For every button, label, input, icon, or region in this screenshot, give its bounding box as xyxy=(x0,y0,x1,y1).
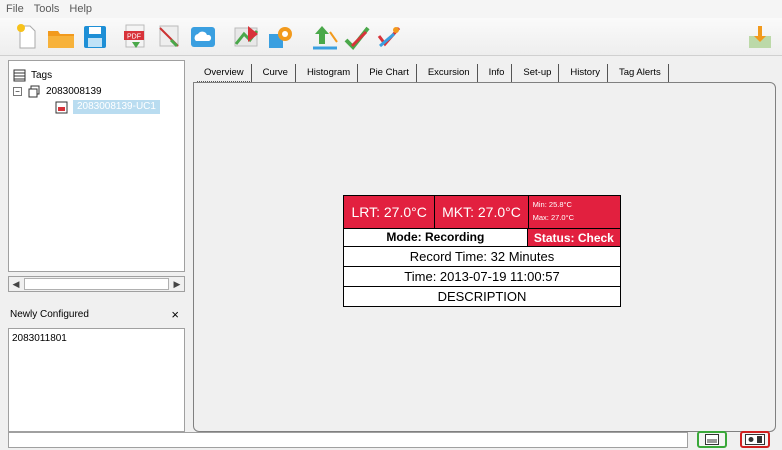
menu-file[interactable]: File xyxy=(6,3,24,15)
chart-button[interactable] xyxy=(232,22,262,52)
tab-info[interactable]: Info xyxy=(482,64,513,82)
tab-excursion[interactable]: Excursion xyxy=(421,64,478,82)
tab-bar: Overview Curve Histogram Pie Chart Excur… xyxy=(197,60,673,82)
chart-icon xyxy=(234,26,259,47)
summary-description-row: DESCRIPTION xyxy=(344,287,620,306)
tab-pie-chart[interactable]: Pie Chart xyxy=(362,64,417,82)
tag-summary-card: LRT: 27.0°C MKT: 27.0°C Min: 25.8°C Max:… xyxy=(343,195,621,307)
upload-button[interactable] xyxy=(310,22,340,52)
scroll-right-icon[interactable]: ▶ xyxy=(170,277,184,291)
new-file-button[interactable] xyxy=(12,22,42,52)
menu-help[interactable]: Help xyxy=(69,3,92,15)
newly-configured-title: Newly Configured xyxy=(10,308,89,320)
pdf-export-button[interactable]: PDF xyxy=(120,22,150,52)
min-value: Min: 25.8°C xyxy=(532,200,572,209)
check-icon xyxy=(344,26,370,51)
tree-item-label: 2083008139-UC1 xyxy=(73,100,160,114)
tree-expander[interactable]: − xyxy=(13,86,22,96)
newly-configured-header: Newly Configured × xyxy=(8,306,185,322)
menu-bar: File Tools Help xyxy=(0,0,782,18)
left-panel: Tags − 2083008139 2083008139-UC1 ◀ ▶ New… xyxy=(8,60,185,432)
main-panel: Overview Curve Histogram Pie Chart Excur… xyxy=(193,60,776,432)
device-icon xyxy=(705,434,719,445)
record-time-value: Record Time: 32 Minutes xyxy=(409,249,555,264)
newly-configured-list: 2083011801 xyxy=(8,328,185,432)
tags-list-icon xyxy=(13,69,26,81)
tree-group-label: 2083008139 xyxy=(46,85,102,97)
status-red-button[interactable] xyxy=(740,431,770,448)
device-alert-icon xyxy=(745,434,765,445)
tree-item-selected[interactable]: 2083008139-UC1 xyxy=(55,99,160,115)
tree-root-label: Tags xyxy=(31,69,53,81)
mkt-value: MKT: 27.0°C xyxy=(435,196,529,228)
max-value: Max: 27.0°C xyxy=(532,213,574,222)
tab-history[interactable]: History xyxy=(563,64,608,82)
upload-icon xyxy=(313,26,338,50)
list-item[interactable]: 2083011801 xyxy=(12,333,181,344)
toolbar: PDF xyxy=(0,18,782,56)
download-icon xyxy=(377,27,401,48)
csv-export-button[interactable] xyxy=(154,22,184,52)
device-group-icon xyxy=(28,85,40,97)
open-folder-icon xyxy=(48,31,74,48)
tab-overview[interactable]: Overview xyxy=(197,64,252,82)
scroll-left-icon[interactable]: ◀ xyxy=(9,277,23,291)
cloud-icon xyxy=(191,27,215,47)
mode-value: Mode: Recording xyxy=(344,229,528,246)
min-max-values: Min: 25.8°C Max: 27.0°C xyxy=(528,196,621,228)
tab-set-up[interactable]: Set-up xyxy=(516,64,560,82)
scroll-thumb[interactable] xyxy=(24,278,169,290)
status-badge: Status: Check xyxy=(527,229,620,246)
status-bar xyxy=(8,432,688,448)
open-folder-button[interactable] xyxy=(46,22,76,52)
tree-group-2083008139[interactable]: − 2083008139 xyxy=(13,83,102,99)
description-value: DESCRIPTION xyxy=(437,289,527,304)
tree-root[interactable]: Tags xyxy=(13,67,52,83)
tag-tree: Tags − 2083008139 2083008139-UC1 xyxy=(8,60,185,272)
lrt-value: LRT: 27.0°C xyxy=(344,196,436,228)
save-icon xyxy=(84,26,106,48)
tag-device-icon xyxy=(55,101,68,113)
settings-button[interactable] xyxy=(266,22,296,52)
status-green-button[interactable] xyxy=(697,431,727,448)
settings-gear-icon xyxy=(269,27,292,48)
summary-temperature-row: LRT: 27.0°C MKT: 27.0°C Min: 25.8°C Max:… xyxy=(344,196,621,229)
check-button[interactable] xyxy=(342,22,372,52)
time-value: Time: 2013-07-19 11:00:57 xyxy=(404,269,560,284)
summary-record-time-row: Record Time: 32 Minutes xyxy=(344,247,620,267)
menu-tools[interactable]: Tools xyxy=(34,3,60,15)
exit-button[interactable] xyxy=(745,22,775,52)
pdf-export-icon: PDF xyxy=(124,24,145,48)
overview-content: LRT: 27.0°C MKT: 27.0°C Min: 25.8°C Max:… xyxy=(193,82,776,432)
tab-histogram[interactable]: Histogram xyxy=(300,64,359,82)
close-icon[interactable]: × xyxy=(171,307,179,322)
tab-curve[interactable]: Curve xyxy=(256,64,296,82)
csv-export-icon xyxy=(159,25,179,48)
download-button[interactable] xyxy=(374,22,404,52)
summary-mode-row: Mode: Recording Status: Check xyxy=(344,229,620,247)
new-file-icon xyxy=(17,24,36,49)
summary-time-row: Time: 2013-07-19 11:00:57 xyxy=(344,267,620,287)
exit-icon xyxy=(749,26,771,48)
save-button[interactable] xyxy=(80,22,110,52)
tab-tag-alerts[interactable]: Tag Alerts xyxy=(612,64,669,82)
tree-horizontal-scrollbar[interactable]: ◀ ▶ xyxy=(8,276,185,292)
svg-text:PDF: PDF xyxy=(127,34,141,41)
cloud-button[interactable] xyxy=(188,22,218,52)
